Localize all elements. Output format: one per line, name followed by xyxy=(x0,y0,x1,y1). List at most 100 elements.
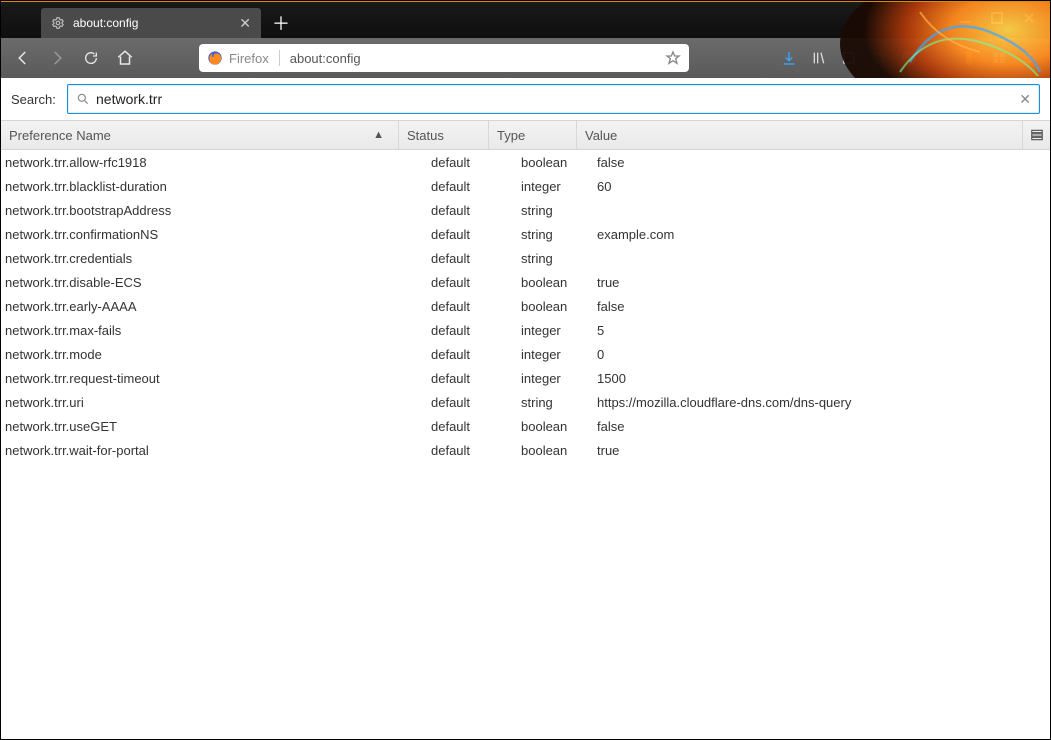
pref-value: false xyxy=(577,419,1050,434)
shield-addon-icon[interactable] xyxy=(896,45,922,71)
column-header-value[interactable]: Value xyxy=(577,121,1022,149)
preference-row[interactable]: network.trr.max-failsdefaultinteger5 xyxy=(1,318,1050,342)
about-config-content: Search: ✕ Preference Name ▲ Status Type xyxy=(1,78,1050,739)
refresh-addon-icon[interactable] xyxy=(866,45,892,71)
window-minimize-button[interactable] xyxy=(950,6,980,30)
column-header-preference-name[interactable]: Preference Name ▲ xyxy=(1,121,399,149)
reload-button[interactable] xyxy=(77,44,105,72)
pref-value: example.com xyxy=(577,227,1050,242)
gear-icon xyxy=(51,16,65,30)
pref-type: string xyxy=(489,227,577,242)
back-button[interactable] xyxy=(9,44,37,72)
preference-row[interactable]: network.trr.modedefaultinteger0 xyxy=(1,342,1050,366)
hamburger-menu-icon[interactable] xyxy=(1016,45,1042,71)
pref-name: network.trr.blacklist-duration xyxy=(1,179,399,194)
home-button[interactable] xyxy=(111,44,139,72)
pref-name: network.trr.useGET xyxy=(1,419,399,434)
downloads-icon[interactable] xyxy=(776,45,802,71)
preference-row[interactable]: network.trr.bootstrapAddressdefaultstrin… xyxy=(1,198,1050,222)
reader-icon[interactable] xyxy=(836,45,862,71)
pref-status: default xyxy=(399,275,489,290)
browser-tab[interactable]: about:config ✕ xyxy=(41,8,261,38)
bookmark-star-icon[interactable] xyxy=(665,50,681,66)
pref-value: false xyxy=(577,299,1050,314)
preference-row[interactable]: network.trr.credentialsdefaultstring xyxy=(1,246,1050,270)
preference-rows: network.trr.allow-rfc1918defaultbooleanf… xyxy=(1,150,1050,739)
search-box[interactable]: ✕ xyxy=(67,84,1040,114)
column-header-type[interactable]: Type xyxy=(489,121,577,149)
pref-name: network.trr.wait-for-portal xyxy=(1,443,399,458)
pref-type: integer xyxy=(489,371,577,386)
column-headers: Preference Name ▲ Status Type Value xyxy=(1,120,1050,150)
pref-status: default xyxy=(399,299,489,314)
pref-value: true xyxy=(577,443,1050,458)
pref-status: default xyxy=(399,395,489,410)
pref-status: default xyxy=(399,155,489,170)
preference-row[interactable]: network.trr.allow-rfc1918defaultbooleanf… xyxy=(1,150,1050,174)
addon-grid-icon[interactable] xyxy=(986,45,1012,71)
pref-type: boolean xyxy=(489,155,577,170)
pref-type: integer xyxy=(489,179,577,194)
pref-value: false xyxy=(577,155,1050,170)
pref-type: boolean xyxy=(489,443,577,458)
search-input[interactable] xyxy=(96,91,1013,107)
preference-row[interactable]: network.trr.blacklist-durationdefaultint… xyxy=(1,174,1050,198)
pref-value: 1500 xyxy=(577,371,1050,386)
pref-type: integer xyxy=(489,347,577,362)
pref-name: network.trr.uri xyxy=(1,395,399,410)
pref-type: string xyxy=(489,203,577,218)
pref-name: network.trr.mode xyxy=(1,347,399,362)
preference-row[interactable]: network.trr.uridefaultstringhttps://mozi… xyxy=(1,390,1050,414)
pref-value: 60 xyxy=(577,179,1050,194)
preference-row[interactable]: network.trr.confirmationNSdefaultstringe… xyxy=(1,222,1050,246)
identity-label: Firefox xyxy=(229,51,269,66)
toolbar: Firefox about:config T xyxy=(1,38,1050,78)
pref-status: default xyxy=(399,227,489,242)
preference-row[interactable]: network.trr.early-AAAAdefaultbooleanfals… xyxy=(1,294,1050,318)
sort-ascending-icon: ▲ xyxy=(373,129,384,141)
pref-type: integer xyxy=(489,323,577,338)
addon-bar-icon[interactable] xyxy=(956,45,982,71)
library-icon[interactable] xyxy=(806,45,832,71)
forward-button[interactable] xyxy=(43,44,71,72)
pref-name: network.trr.confirmationNS xyxy=(1,227,399,242)
pref-name: network.trr.max-fails xyxy=(1,323,399,338)
pref-type: boolean xyxy=(489,419,577,434)
column-picker-icon[interactable] xyxy=(1022,121,1050,149)
pref-value: https://mozilla.cloudflare-dns.com/dns-q… xyxy=(577,395,1050,410)
pref-value: 5 xyxy=(577,323,1050,338)
column-header-status[interactable]: Status xyxy=(399,121,489,149)
preference-row[interactable]: network.trr.disable-ECSdefaultbooleantru… xyxy=(1,270,1050,294)
tab-title: about:config xyxy=(73,16,231,30)
pref-type: string xyxy=(489,251,577,266)
pref-value: true xyxy=(577,275,1050,290)
titlebar: about:config ✕ ＋ xyxy=(1,2,1050,38)
pref-status: default xyxy=(399,203,489,218)
pref-value: 0 xyxy=(577,347,1050,362)
pref-type: string xyxy=(489,395,577,410)
urlbar-separator xyxy=(279,50,280,66)
pref-type: boolean xyxy=(489,275,577,290)
pref-name: network.trr.early-AAAA xyxy=(1,299,399,314)
url-bar[interactable]: Firefox about:config xyxy=(199,44,689,72)
preference-row[interactable]: network.trr.useGETdefaultbooleanfalse xyxy=(1,414,1050,438)
preference-row[interactable]: network.trr.request-timeoutdefaultintege… xyxy=(1,366,1050,390)
toolbar-right-icons: T xyxy=(776,45,1042,71)
pref-name: network.trr.request-timeout xyxy=(1,371,399,386)
pref-type: boolean xyxy=(489,299,577,314)
pref-status: default xyxy=(399,419,489,434)
pref-status: default xyxy=(399,443,489,458)
new-tab-button[interactable]: ＋ xyxy=(267,9,295,37)
addon-t-icon[interactable]: T xyxy=(926,45,952,71)
search-label: Search: xyxy=(11,92,59,107)
pref-status: default xyxy=(399,323,489,338)
pref-status: default xyxy=(399,179,489,194)
close-tab-icon[interactable]: ✕ xyxy=(239,15,251,32)
pref-name: network.trr.disable-ECS xyxy=(1,275,399,290)
preference-row[interactable]: network.trr.wait-for-portaldefaultboolea… xyxy=(1,438,1050,462)
clear-search-icon[interactable]: ✕ xyxy=(1019,91,1031,108)
window-maximize-button[interactable] xyxy=(982,6,1012,30)
pref-status: default xyxy=(399,251,489,266)
window-close-button[interactable] xyxy=(1014,6,1044,30)
url-text: about:config xyxy=(290,51,659,66)
